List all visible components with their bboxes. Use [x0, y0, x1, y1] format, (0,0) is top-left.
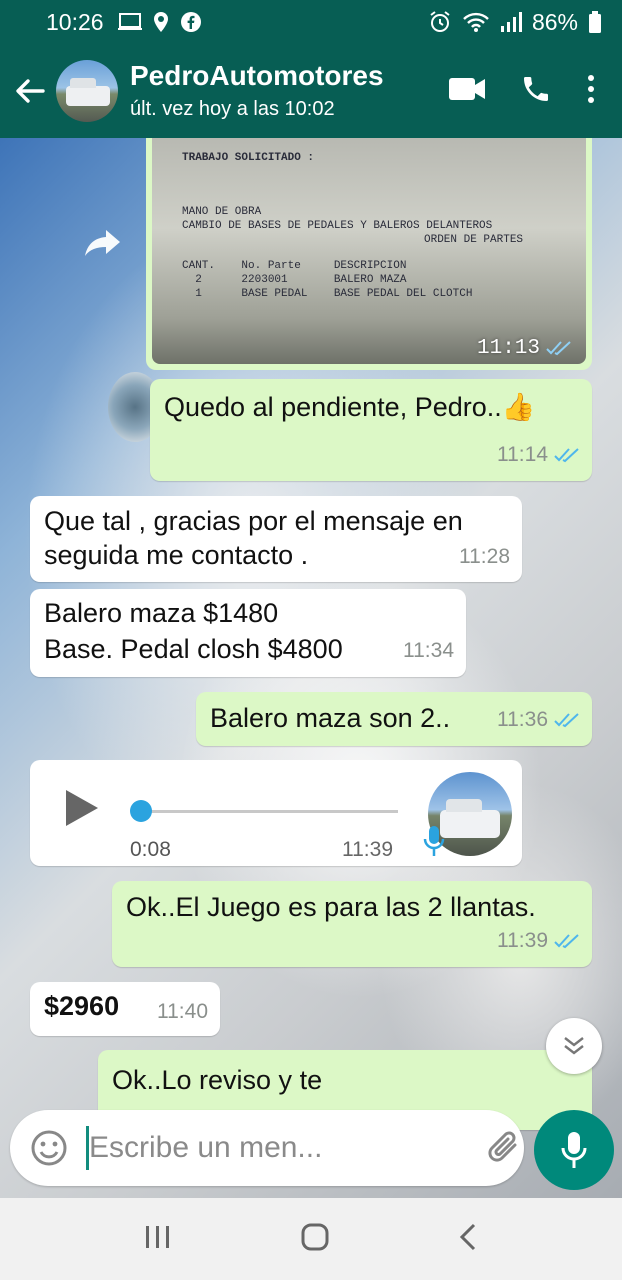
attach-button[interactable]	[485, 1127, 523, 1170]
doc-line: CANT. No. Parte DESCRIPCION	[182, 260, 407, 272]
message-time: 11:14	[497, 443, 548, 466]
incoming-message[interactable]: $2960 11:40	[30, 982, 220, 1036]
forward-button[interactable]	[84, 228, 122, 263]
message-time: 11:40	[157, 1000, 208, 1023]
doc-line: 2 2203001 BALERO MAZA	[182, 274, 407, 286]
battery-icon	[588, 11, 602, 33]
play-button[interactable]	[64, 788, 100, 837]
signal-icon	[500, 12, 522, 32]
recent-apps-button[interactable]	[144, 1224, 172, 1255]
system-navigation-bar	[0, 1198, 622, 1280]
message-text: Quedo al pendiente, Pedro..👍	[164, 392, 536, 422]
doc-line: CAMBIO DE BASES DE PEDALES Y BALEROS DEL…	[182, 220, 493, 232]
message-text: Balero maza son 2..	[210, 703, 451, 733]
last-seen-status: últ. vez hoy a las 10:02	[130, 98, 335, 120]
message-composer	[10, 1110, 590, 1186]
chat-header: PedroAutomotores últ. vez hoy a las 10:0…	[0, 44, 622, 138]
message-time: 11:13	[476, 336, 540, 360]
emoji-button[interactable]	[30, 1129, 68, 1167]
contact-avatar[interactable]	[56, 60, 118, 122]
microphone-icon	[561, 1132, 587, 1168]
message-meta: 11:36	[497, 702, 580, 738]
kebab-menu-icon	[588, 74, 594, 103]
voice-record-button[interactable]	[534, 1110, 614, 1190]
play-icon	[66, 790, 98, 826]
microphone-icon	[422, 824, 446, 867]
outgoing-message[interactable]: Quedo al pendiente, Pedro..👍 11:14	[150, 379, 592, 481]
doc-line: MANO DE OBRA	[182, 206, 262, 218]
more-options-button[interactable]	[586, 74, 596, 109]
double-chevron-down-icon	[564, 1037, 584, 1055]
message-text-line: seguida me contacto .	[44, 540, 309, 570]
cast-icon	[117, 12, 142, 32]
doc-line: ORDEN DE PARTES	[424, 234, 524, 246]
scroll-to-bottom-button[interactable]	[546, 1018, 602, 1074]
facebook-icon	[180, 11, 202, 33]
message-time: 11:39	[342, 838, 393, 861]
status-time: 10:26	[46, 8, 104, 35]
home-button[interactable]	[300, 1222, 330, 1257]
work-order-photo[interactable]: TRABAJO SOLICITADO : MANO DE OBRA CAMBIO…	[152, 138, 586, 364]
alarm-icon	[428, 10, 452, 34]
status-bar: 10:26 86%	[0, 0, 622, 44]
chevron-left-icon	[459, 1223, 476, 1250]
video-call-button[interactable]	[448, 76, 486, 107]
message-text: Ok..Lo reviso y te	[112, 1065, 323, 1095]
double-check-icon	[546, 341, 571, 356]
message-time: 11:36	[497, 708, 548, 731]
voice-duration: 0:08	[130, 838, 171, 861]
home-icon	[301, 1223, 329, 1250]
incoming-message[interactable]: Balero maza $1480 Base. Pedal closh $480…	[30, 589, 466, 677]
smiley-icon	[31, 1130, 67, 1166]
arrow-left-icon	[16, 79, 45, 103]
message-time: 11:28	[459, 545, 510, 568]
doc-line: 1 BASE PEDAL BASE PEDAL DEL CLOTCH	[182, 288, 473, 300]
double-check-icon	[554, 713, 579, 728]
audio-progress-track[interactable]	[132, 810, 398, 813]
back-button[interactable]	[4, 44, 56, 138]
forward-arrow-icon	[85, 230, 120, 256]
phone-icon	[524, 76, 548, 101]
outgoing-message[interactable]: Ok..El Juego es para las 2 llantas. 11:3…	[112, 881, 592, 967]
wifi-icon	[462, 11, 490, 33]
audio-progress-knob[interactable]	[130, 800, 152, 822]
recent-apps-icon	[146, 1225, 169, 1248]
location-icon	[152, 11, 170, 33]
outgoing-message[interactable]: Balero maza son 2.. 11:36	[196, 692, 592, 746]
message-text-line: Base. Pedal closh $4800	[44, 634, 343, 664]
chat-wallpaper[interactable]: TRABAJO SOLICITADO : MANO DE OBRA CAMBIO…	[0, 138, 622, 1198]
message-time: 11:39	[497, 929, 548, 952]
message-meta: 11:13	[476, 336, 572, 360]
paperclip-icon	[488, 1131, 517, 1162]
voice-message[interactable]: 0:08 11:39	[30, 760, 522, 866]
battery-percent: 86%	[531, 8, 578, 35]
incoming-message[interactable]: Que tal , gracias por el mensaje en segu…	[30, 496, 522, 582]
message-meta: 11:14	[497, 437, 580, 473]
message-text-line: Balero maza $1480	[44, 598, 279, 628]
message-input[interactable]	[86, 1126, 475, 1170]
message-text-line: Que tal , gracias por el mensaje en	[44, 506, 463, 536]
message-text: $2960	[44, 991, 120, 1021]
video-camera-icon	[449, 77, 485, 100]
back-nav-button[interactable]	[458, 1222, 478, 1257]
double-check-icon	[554, 934, 579, 949]
message-meta: 11:39	[497, 923, 580, 959]
double-check-icon	[554, 448, 579, 463]
image-message[interactable]: TRABAJO SOLICITADO : MANO DE OBRA CAMBIO…	[146, 138, 592, 370]
contact-name: PedroAutomotores	[130, 60, 384, 91]
message-time: 11:34	[403, 639, 454, 662]
message-text: Ok..El Juego es para las 2 llantas.	[126, 892, 536, 922]
voice-call-button[interactable]	[520, 73, 552, 110]
doc-line: TRABAJO SOLICITADO :	[182, 152, 315, 164]
contact-info[interactable]: PedroAutomotores últ. vez hoy a las 10:0…	[130, 60, 448, 122]
